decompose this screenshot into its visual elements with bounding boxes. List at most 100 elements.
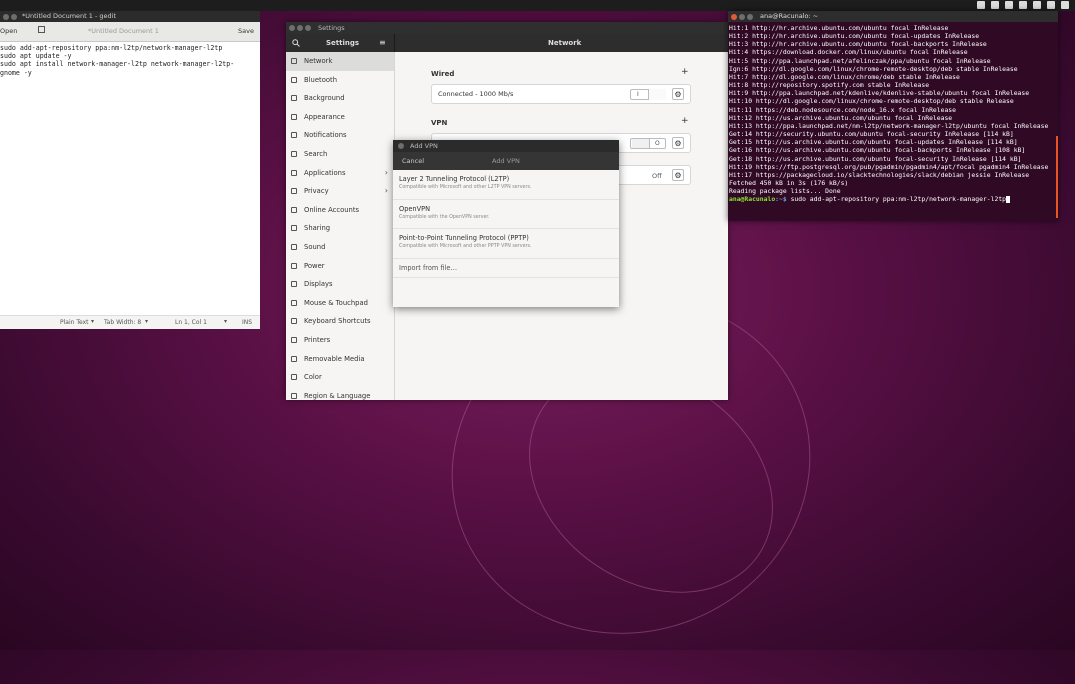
settings-tray-icon[interactable]: [1019, 1, 1027, 9]
editor-line: gnome -y: [0, 68, 32, 77]
sidebar-item-label: Privacy: [304, 187, 329, 196]
close-icon[interactable]: [3, 13, 9, 20]
sidebar-item-label: Sound: [304, 242, 326, 251]
cancel-button[interactable]: Cancel: [402, 157, 424, 165]
cursor-position[interactable]: Ln 1, Col 1: [175, 319, 207, 326]
keyboard-icon: [291, 318, 297, 325]
sidebar-item-privacy[interactable]: Privacy ›: [286, 182, 394, 201]
add-vpn-titlebar: Add VPN: [393, 140, 619, 152]
chevron-down-icon: ▾: [145, 318, 149, 325]
vpn-section-title: VPN: [431, 119, 448, 127]
vpn-option-openvpn[interactable]: OpenVPN Compatible with the OpenVPN serv…: [393, 200, 619, 229]
wired-connection-row[interactable]: Connected - 1000 Mb/s I ⚙: [431, 84, 691, 104]
terminal-output[interactable]: Hit:1 http://hr.archive.ubuntu.com/ubunt…: [728, 22, 1058, 203]
sidebar-item-mouse-touchpad[interactable]: Mouse & Touchpad: [286, 294, 394, 313]
gear-icon[interactable]: ⚙: [672, 88, 684, 100]
terminal-line: Hit:17 https://packagecloud.io/slacktech…: [729, 170, 1030, 179]
wired-status: Connected - 1000 Mb/s: [438, 90, 514, 98]
sidebar-item-displays[interactable]: Displays: [286, 275, 394, 294]
sidebar-item-label: Removable Media: [304, 354, 365, 363]
dropbox-icon[interactable]: [977, 1, 985, 9]
editor-line: sudo apt update -y: [0, 52, 72, 61]
terminal-line: Hit:5 http://ppa.launchpad.net/afelincza…: [729, 56, 991, 65]
add-wired-button[interactable]: +: [681, 67, 689, 77]
terminal-scrollbar[interactable]: [1056, 136, 1058, 218]
search-icon[interactable]: [292, 39, 300, 47]
clipboard-icon[interactable]: [991, 1, 999, 9]
terminal-line: Get:16 http://us.archive.ubuntu.com/ubun…: [729, 146, 1026, 155]
maximize-icon[interactable]: [305, 25, 311, 31]
color-icon: [291, 374, 297, 381]
terminal-line: Hit:3 http://hr.archive.ubuntu.com/ubunt…: [729, 40, 987, 49]
sidebar-item-appearance[interactable]: Appearance: [286, 108, 394, 127]
sidebar-item-printers[interactable]: Printers: [286, 331, 394, 350]
new-document-icon[interactable]: [38, 26, 45, 33]
import-from-file-option[interactable]: Import from file…: [393, 259, 619, 278]
sidebar-item-search[interactable]: Search: [286, 145, 394, 164]
terminal-line: Get:14 http://security.ubuntu.com/ubuntu…: [729, 130, 1014, 139]
sidebar-item-online-accounts[interactable]: Online Accounts: [286, 201, 394, 220]
wired-toggle[interactable]: I: [630, 89, 666, 100]
gedit-window-title: *Untitled Document 1 - gedit: [22, 12, 116, 20]
sidebar-item-sharing[interactable]: Sharing: [286, 219, 394, 238]
terminal-line: Fetched 450 kB in 3s (176 kB/s): [729, 178, 849, 187]
add-vpn-button[interactable]: +: [681, 116, 689, 126]
header-divider: [394, 34, 395, 52]
tab-width-selector[interactable]: Tab Width: 8: [104, 319, 141, 326]
gear-icon[interactable]: ⚙: [672, 169, 684, 181]
bluetooth-icon: [291, 76, 297, 83]
hamburger-menu-icon[interactable]: ≡: [379, 38, 386, 47]
vpn-option-l2tp[interactable]: Layer 2 Tunneling Protocol (L2TP) Compat…: [393, 170, 619, 200]
sidebar-item-applications[interactable]: Applications ›: [286, 164, 394, 183]
editor-line: sudo add-apt-repository ppa:nm-l2tp/netw…: [0, 44, 223, 52]
wifi-icon[interactable]: [1047, 1, 1055, 9]
network-tray-icon[interactable]: [1005, 1, 1013, 9]
vpn-toggle[interactable]: O: [630, 138, 666, 149]
close-icon[interactable]: [289, 25, 295, 31]
chevron-down-icon: ▾: [91, 318, 95, 325]
maximize-icon[interactable]: [747, 13, 753, 20]
sidebar-item-notifications[interactable]: Notifications: [286, 126, 394, 145]
sidebar-item-network[interactable]: Network: [286, 52, 394, 71]
sidebar-item-power[interactable]: Power: [286, 257, 394, 276]
sidebar-item-color[interactable]: Color: [286, 368, 394, 387]
text-editor[interactable]: sudo add-apt-repository ppa:nm-l2tp/netw…: [0, 42, 260, 77]
language-selector[interactable]: Plain Text: [60, 319, 88, 326]
vpn-option-pptp[interactable]: Point-to-Point Tunneling Protocol (PPTP)…: [393, 229, 619, 259]
add-vpn-header: Cancel Add VPN: [393, 152, 619, 170]
gear-icon[interactable]: ⚙: [672, 137, 684, 149]
vpn-option-description: Compatible with Microsoft and other L2TP…: [399, 185, 532, 190]
sidebar-item-background[interactable]: Background: [286, 89, 394, 108]
save-button[interactable]: Save: [238, 27, 254, 35]
minimize-icon[interactable]: [11, 13, 17, 20]
settings-header: Settings ≡ Network: [286, 34, 728, 52]
close-icon[interactable]: [731, 13, 737, 20]
sidebar-item-bluetooth[interactable]: Bluetooth: [286, 71, 394, 90]
sidebar-item-label: Background: [304, 94, 345, 103]
sound-icon: [291, 243, 297, 250]
sidebar-item-keyboard-shortcuts[interactable]: Keyboard Shortcuts: [286, 312, 394, 331]
gedit-statusbar: Plain Text ▾ Tab Width: 8 ▾ Ln 1, Col 1 …: [0, 315, 260, 329]
sidebar-item-removable-media[interactable]: Removable Media: [286, 350, 394, 369]
vpn-option-description: Compatible with the OpenVPN server.: [399, 214, 490, 220]
terminal-cursor: [1006, 195, 1011, 203]
sidebar-item-label: Displays: [304, 280, 333, 289]
close-icon[interactable]: [398, 143, 404, 149]
sidebar-title: Settings: [326, 39, 360, 47]
mail-icon[interactable]: [1033, 1, 1041, 9]
add-vpn-window-title: Add VPN: [410, 142, 438, 150]
open-button[interactable]: Open: [0, 27, 17, 35]
terminal-window: ana@Racunalo: ~ Hit:1 http://hr.archive.…: [728, 11, 1058, 221]
document-title: *Untitled Document 1: [88, 27, 159, 35]
displays-icon: [291, 281, 297, 288]
terminal-line: Hit:11 https://deb.nodesource.com/node_1…: [729, 105, 957, 114]
vpn-option-description: Compatible with Microsoft and other PPTP…: [399, 244, 532, 249]
sidebar-item-sound[interactable]: Sound: [286, 238, 394, 257]
region-icon: [291, 392, 297, 399]
minimize-icon[interactable]: [739, 13, 745, 20]
volume-icon[interactable]: [1061, 1, 1069, 9]
sidebar-item-label: Network: [304, 57, 333, 65]
system-tray: [977, 1, 1069, 9]
sidebar-item-region-language[interactable]: Region & Language: [286, 387, 394, 400]
minimize-icon[interactable]: [297, 25, 303, 31]
